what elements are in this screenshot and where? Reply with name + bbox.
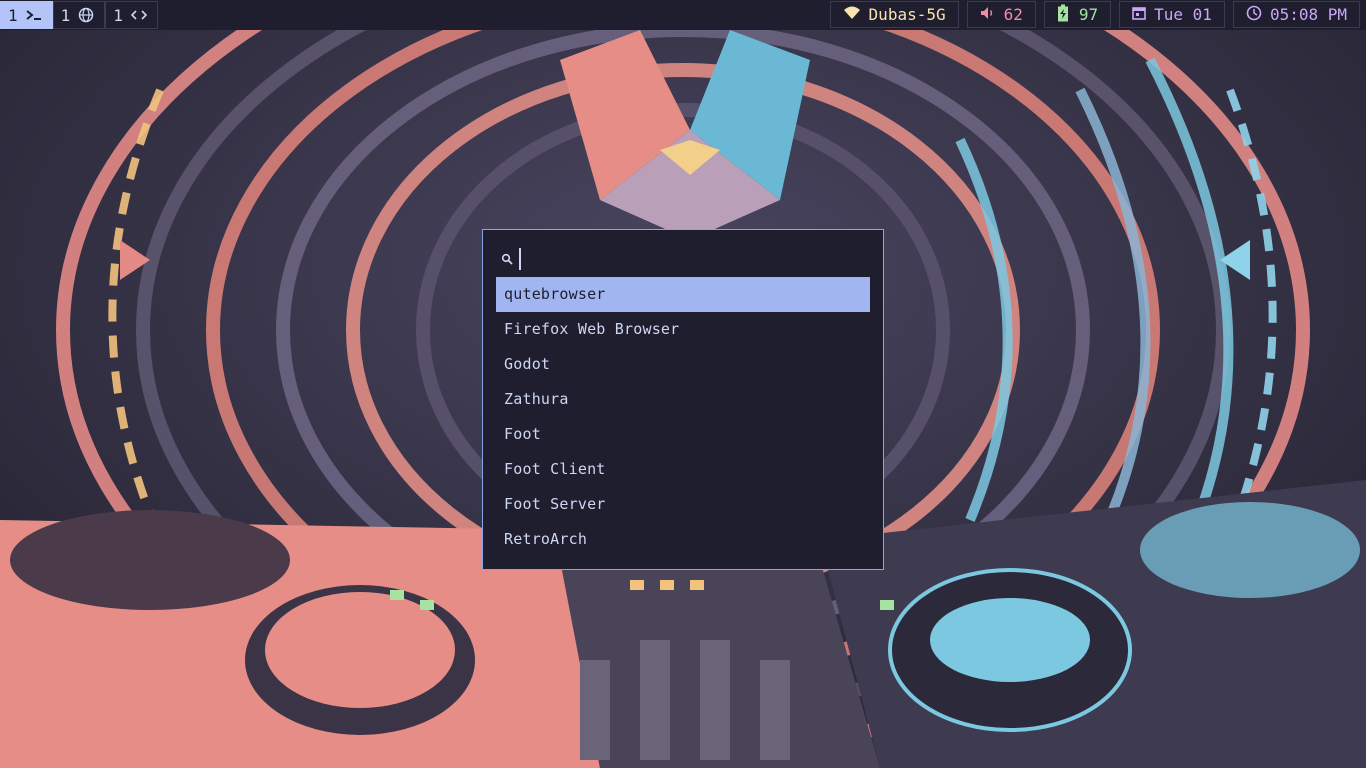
result-item-foot-client[interactable]: Foot Client — [496, 452, 870, 487]
results-list: qutebrowser Firefox Web Browser Godot Za… — [496, 277, 870, 557]
clock-icon — [1246, 5, 1262, 25]
workspace-number: 1 — [8, 5, 18, 25]
globe-icon — [78, 7, 94, 23]
battery-level: 97 — [1078, 5, 1099, 24]
search-icon — [501, 253, 513, 265]
workspace-button-browser[interactable]: 1 — [52, 1, 106, 29]
search-input[interactable] — [519, 248, 859, 270]
date-text: Tue 01 — [1154, 5, 1212, 24]
result-item-foot[interactable]: Foot — [496, 417, 870, 452]
workspace-button-terminal[interactable]: 1 — [0, 1, 53, 29]
app-launcher: qutebrowser Firefox Web Browser Godot Za… — [482, 229, 884, 570]
workspace-button-code[interactable]: 1 — [105, 1, 158, 29]
result-item-firefox[interactable]: Firefox Web Browser — [496, 312, 870, 347]
code-brackets-icon — [130, 8, 147, 22]
volume-level: 62 — [1003, 5, 1023, 24]
clock-text: 05:08 PM — [1269, 5, 1347, 24]
calendar-icon — [1132, 5, 1146, 24]
result-item-godot[interactable]: Godot — [496, 347, 870, 382]
result-item-foot-server[interactable]: Foot Server — [496, 487, 870, 522]
top-status-bar: 1 1 1 Dubas-5G 62 97 Tue 01 05:08 PM — [0, 0, 1366, 30]
battery-module[interactable]: 97 — [1043, 1, 1112, 28]
search-bar — [501, 247, 861, 271]
wifi-ssid: Dubas-5G — [868, 5, 946, 24]
result-item-zathura[interactable]: Zathura — [496, 382, 870, 417]
result-item-retroarch[interactable]: RetroArch — [496, 522, 870, 557]
wifi-module[interactable]: Dubas-5G — [829, 1, 959, 28]
speaker-icon — [980, 5, 996, 24]
date-module[interactable]: Tue 01 — [1119, 1, 1225, 28]
clock-module[interactable]: 05:08 PM — [1232, 1, 1360, 28]
volume-module[interactable]: 62 — [966, 1, 1036, 28]
wifi-icon — [843, 5, 861, 24]
terminal-icon — [26, 8, 42, 22]
workspace-number: 1 — [60, 5, 71, 25]
workspace-number: 1 — [113, 5, 123, 25]
battery-charging-icon — [1057, 4, 1071, 26]
result-item-qutebrowser[interactable]: qutebrowser — [496, 277, 870, 312]
